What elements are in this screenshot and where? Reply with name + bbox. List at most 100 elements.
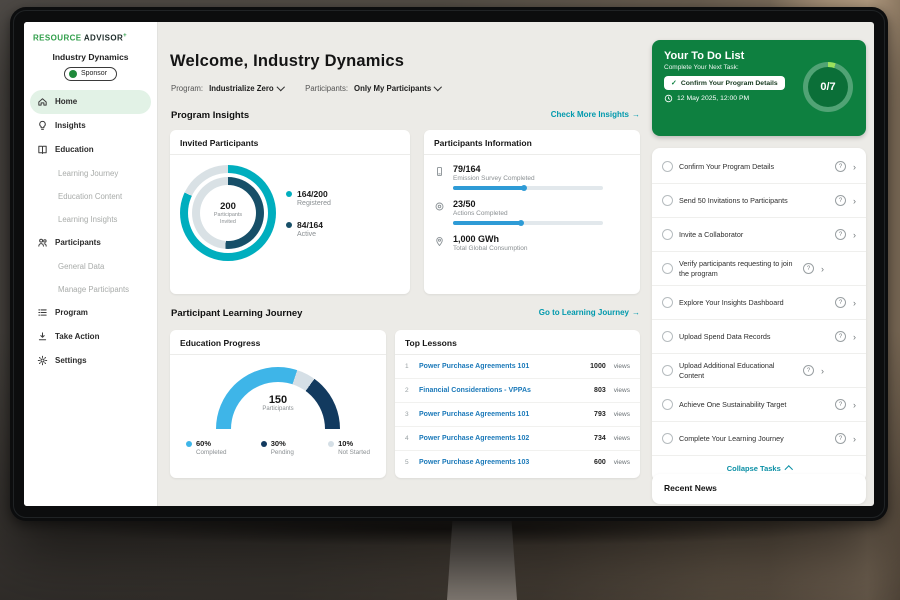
lesson-views: 803 [594, 387, 606, 394]
logo-primary: RESOURCE [33, 34, 82, 43]
lesson-link[interactable]: Power Purchase Agreements 101 [419, 411, 588, 418]
lesson-views: 1000 [590, 363, 606, 370]
help-icon[interactable]: ? [835, 229, 846, 240]
card-title: Education Progress [170, 330, 386, 355]
task-row[interactable]: Upload Spend Data Records ? › [652, 320, 866, 354]
legend-item-not-started: 10% Not Started [328, 439, 370, 456]
sidebar-item-learning-insights[interactable]: Learning Insights [30, 208, 151, 231]
task-label: Verify participants requesting to join t… [679, 259, 797, 278]
check-more-insights-link[interactable]: Check More Insights → [551, 110, 640, 119]
task-checkbox[interactable] [662, 433, 673, 444]
help-icon[interactable]: ? [835, 297, 846, 308]
legend-value: 10% [338, 439, 353, 448]
clock-icon [664, 94, 673, 103]
donut-legend: 164/200 Registered 84/164 Active [286, 189, 331, 238]
sidebar-item-label: Insights [55, 121, 86, 130]
task-row[interactable]: Send 50 Invitations to Participants ? › [652, 184, 866, 218]
sidebar-item-education-content[interactable]: Education Content [30, 185, 151, 208]
legend-item-completed: 60% Completed [186, 439, 226, 456]
todo-progress-ring: 0/7 [803, 62, 853, 112]
program-filter-dropdown[interactable]: Industrialize Zero [209, 84, 283, 93]
help-icon[interactable]: ? [835, 195, 846, 206]
lesson-views-label: views [614, 363, 630, 370]
help-icon[interactable]: ? [835, 399, 846, 410]
go-to-learning-journey-link[interactable]: Go to Learning Journey → [539, 308, 640, 317]
progress-bar [453, 221, 603, 225]
lesson-rank: 5 [405, 459, 413, 466]
lesson-link[interactable]: Financial Considerations - VPPAs [419, 387, 588, 394]
legend-dot [328, 441, 334, 447]
card-title: Participants Information [424, 130, 640, 155]
chevron-right-icon[interactable]: › [821, 366, 824, 376]
arrow-right-icon: → [632, 308, 640, 317]
lesson-link[interactable]: Power Purchase Agreements 103 [419, 459, 588, 466]
legend-label: Pending [271, 449, 294, 456]
sponsor-badge[interactable]: Sponsor [64, 67, 117, 81]
sidebar-item-program[interactable]: Program [30, 301, 151, 325]
recent-news-card: Recent News [652, 474, 866, 504]
sidebar-item-general-data[interactable]: General Data [30, 255, 151, 278]
chevron-right-icon[interactable]: › [821, 264, 824, 274]
task-checkbox[interactable] [662, 229, 673, 240]
lesson-row: 4 Power Purchase Agreements 102 734 view… [395, 427, 640, 451]
help-icon[interactable]: ? [803, 365, 814, 376]
task-row[interactable]: Confirm Your Program Details ? › [652, 150, 866, 184]
next-task-chip[interactable]: ✓ Confirm Your Program Details [664, 76, 785, 90]
chevron-down-icon [277, 83, 285, 91]
lesson-row: 2 Financial Considerations - VPPAs 803 v… [395, 379, 640, 403]
collapse-label: Collapse Tasks [727, 464, 781, 473]
task-label: Explore Your Insights Dashboard [679, 298, 829, 307]
task-checkbox[interactable] [662, 161, 673, 172]
task-row[interactable]: Upload Additional Educational Content ? … [652, 354, 866, 388]
task-row[interactable]: Invite a Collaborator ? › [652, 218, 866, 252]
task-checkbox[interactable] [662, 365, 673, 376]
sidebar-item-education[interactable]: Education [30, 138, 151, 162]
chevron-right-icon[interactable]: › [853, 332, 856, 342]
invited-participants-card: Invited Participants 200 Participants In… [170, 130, 410, 294]
task-checkbox[interactable] [662, 263, 673, 274]
chevron-right-icon[interactable]: › [853, 298, 856, 308]
sidebar-item-home[interactable]: Home [30, 90, 151, 114]
sidebar-item-label: Settings [55, 356, 87, 365]
task-checkbox[interactable] [662, 399, 673, 410]
legend-label: Completed [196, 449, 226, 456]
task-row[interactable]: Achieve One Sustainability Target ? › [652, 388, 866, 422]
chevron-right-icon[interactable]: › [853, 230, 856, 240]
check-icon: ✓ [671, 79, 677, 87]
task-checkbox[interactable] [662, 331, 673, 342]
sidebar-item-participants[interactable]: Participants [30, 231, 151, 255]
help-icon[interactable]: ? [835, 161, 846, 172]
lesson-views-label: views [614, 435, 630, 442]
help-icon[interactable]: ? [835, 433, 846, 444]
info-label: Total Global Consumption [453, 245, 527, 252]
task-row[interactable]: Complete Your Learning Journey ? › [652, 422, 866, 456]
task-checkbox[interactable] [662, 195, 673, 206]
lesson-views-label: views [614, 411, 630, 418]
chevron-right-icon[interactable]: › [853, 196, 856, 206]
gauge-center-label: Participants [216, 406, 340, 412]
chevron-up-icon [785, 466, 793, 474]
survey-icon [434, 166, 445, 177]
chevron-right-icon[interactable]: › [853, 162, 856, 172]
lesson-row: 1 Power Purchase Agreements 101 1000 vie… [395, 355, 640, 379]
participants-filter-dropdown[interactable]: Only My Participants [354, 84, 441, 93]
sidebar-item-take-action[interactable]: Take Action [30, 325, 151, 349]
sidebar-item-manage-participants[interactable]: Manage Participants [30, 278, 151, 301]
chevron-right-icon[interactable]: › [853, 400, 856, 410]
chevron-right-icon[interactable]: › [853, 434, 856, 444]
education-progress-gauge-chart: 150 Participants [216, 367, 340, 429]
sidebar-item-settings[interactable]: Settings [30, 349, 151, 373]
lesson-link[interactable]: Power Purchase Agreements 101 [419, 363, 584, 370]
task-row[interactable]: Verify participants requesting to join t… [652, 252, 866, 286]
help-icon[interactable]: ? [835, 331, 846, 342]
task-label: Invite a Collaborator [679, 230, 829, 239]
task-checkbox[interactable] [662, 297, 673, 308]
sidebar-item-insights[interactable]: Insights [30, 114, 151, 138]
help-icon[interactable]: ? [803, 263, 814, 274]
gear-icon [37, 355, 48, 366]
task-row[interactable]: Explore Your Insights Dashboard ? › [652, 286, 866, 320]
lesson-link[interactable]: Power Purchase Agreements 102 [419, 435, 588, 442]
sidebar-item-learning-journey[interactable]: Learning Journey [30, 162, 151, 185]
participants-filter-label: Participants: [305, 84, 348, 93]
legend-dot [261, 441, 267, 447]
